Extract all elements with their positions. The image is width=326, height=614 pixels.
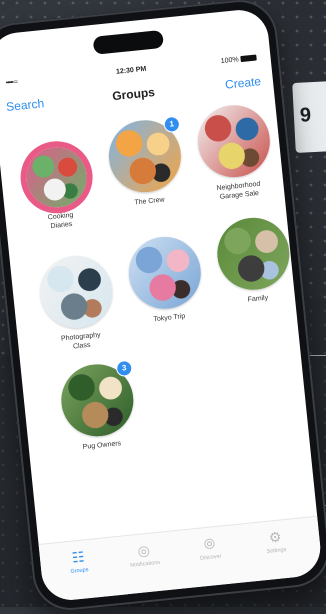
group-item[interactable]: 1 The Crew bbox=[98, 116, 192, 210]
group-label: Pug Owners bbox=[82, 440, 122, 452]
group-item[interactable]: 3 Pug Owners bbox=[51, 360, 145, 454]
group-item[interactable]: Family bbox=[207, 214, 301, 308]
group-item[interactable]: Tokyo Trip bbox=[118, 233, 212, 327]
create-button[interactable]: Create bbox=[224, 74, 261, 92]
group-avatar: 3 bbox=[57, 360, 137, 440]
battery-icon bbox=[240, 54, 257, 63]
phone-screen: ••••• ≈ 12:30 PM 100% Search Groups Crea… bbox=[0, 7, 324, 603]
group-avatar bbox=[194, 101, 274, 181]
gear-icon: ⚙ bbox=[268, 528, 283, 546]
notification-badge: 3 bbox=[116, 360, 132, 377]
dynamic-island bbox=[92, 29, 165, 55]
group-label: Photography Class bbox=[60, 331, 101, 351]
tab-notifications[interactable]: ◎ Notifications bbox=[113, 539, 175, 570]
background-number: 9 bbox=[299, 104, 312, 127]
group-label: The Crew bbox=[134, 196, 165, 207]
group-label: Tokyo Trip bbox=[153, 313, 186, 324]
group-label: Family bbox=[247, 294, 269, 304]
battery: 100% bbox=[220, 54, 257, 66]
group-label: Neighborhood Garage Sale bbox=[216, 180, 261, 201]
group-item[interactable]: Neighborhood Garage Sale bbox=[187, 101, 282, 204]
grid-icon: ☷ bbox=[71, 548, 86, 566]
group-avatar bbox=[125, 233, 205, 313]
phone-frame: ••••• ≈ 12:30 PM 100% Search Groups Crea… bbox=[0, 0, 326, 614]
group-label: Cooking Diaries bbox=[47, 211, 74, 231]
globe-icon: ◎ bbox=[136, 541, 151, 559]
group-item[interactable]: Photography Class bbox=[30, 252, 125, 355]
tab-discover[interactable]: ⦾ Discover bbox=[179, 533, 241, 564]
notification-badge: 1 bbox=[164, 116, 180, 133]
tab-groups[interactable]: ☷ Groups bbox=[47, 546, 109, 577]
group-avatar bbox=[36, 252, 116, 332]
group-avatar bbox=[23, 144, 90, 211]
compass-icon: ⦾ bbox=[203, 535, 216, 553]
background-number-panel: 9 bbox=[292, 81, 326, 153]
tab-settings[interactable]: ⚙ Settings bbox=[244, 526, 306, 557]
group-item[interactable]: Cooking Diaries bbox=[10, 137, 105, 234]
battery-percent: 100% bbox=[220, 56, 240, 66]
group-avatar: 1 bbox=[105, 116, 185, 196]
group-avatar bbox=[213, 214, 293, 294]
